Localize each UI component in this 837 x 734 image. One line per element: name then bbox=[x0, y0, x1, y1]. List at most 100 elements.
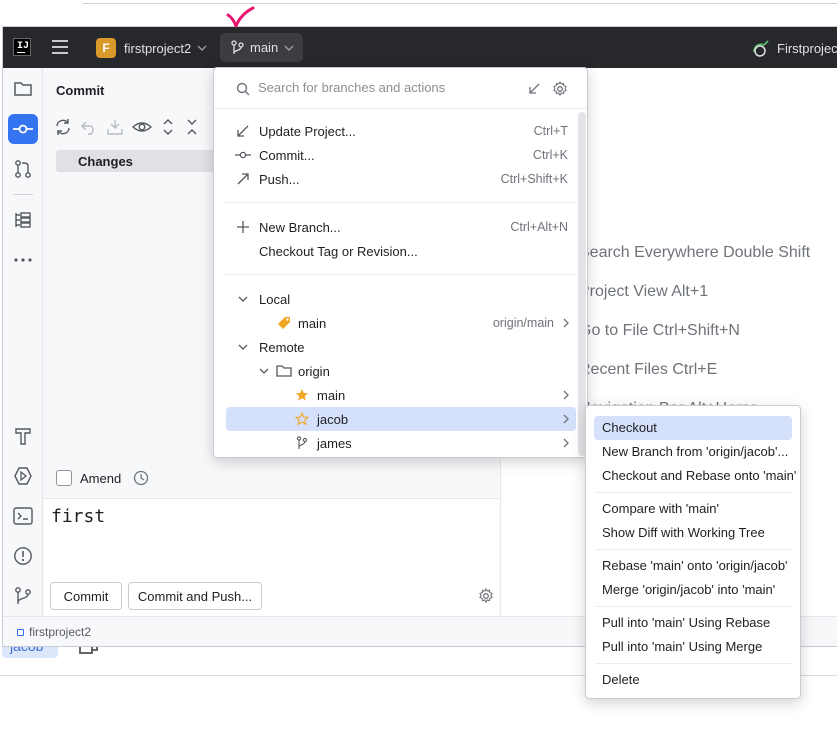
editor-hint: Project View Alt+1 bbox=[579, 283, 709, 300]
commit-action[interactable]: Commit... Ctrl+K bbox=[226, 143, 576, 167]
menu-item-compare[interactable]: Compare with 'main' bbox=[594, 497, 792, 521]
push-action[interactable]: Push... Ctrl+Shift+K bbox=[226, 167, 576, 191]
project-badge: F bbox=[96, 38, 116, 58]
commit-button[interactable]: Commit bbox=[50, 582, 122, 610]
title-bar: IJ F firstproject2 main Firstproject bbox=[3, 27, 837, 68]
chevron-right-icon bbox=[563, 438, 569, 448]
git-tool-button[interactable] bbox=[8, 581, 38, 611]
pull-request-icon bbox=[15, 160, 31, 178]
menu-item-merge[interactable]: Merge 'origin/jacob' into 'main' bbox=[594, 578, 792, 602]
branch-label: james bbox=[317, 435, 352, 451]
commit-message-text[interactable]: first bbox=[51, 506, 105, 527]
menu-item-checkout-and-rebase[interactable]: Checkout and Rebase onto 'main' bbox=[594, 464, 796, 488]
new-branch-action[interactable]: New Branch... Ctrl+Alt+N bbox=[226, 215, 576, 239]
menu-item-rebase[interactable]: Rebase 'main' onto 'origin/jacob' bbox=[594, 554, 792, 578]
changes-node[interactable]: Changes bbox=[56, 150, 216, 172]
popup-scrollbar[interactable] bbox=[578, 112, 586, 456]
action-label: Commit... bbox=[259, 147, 315, 163]
group-label: Local bbox=[259, 291, 291, 307]
commit-icon bbox=[13, 124, 33, 134]
commit-panel-title: Commit bbox=[56, 83, 105, 98]
update-arrow-icon bbox=[237, 125, 249, 137]
branch-search-input[interactable] bbox=[258, 80, 518, 95]
menu-item-pull-rebase[interactable]: Pull into 'main' Using Rebase bbox=[594, 611, 792, 635]
clock-icon[interactable] bbox=[133, 470, 149, 486]
app-logo[interactable]: IJ bbox=[13, 38, 31, 56]
folder-icon bbox=[14, 82, 32, 96]
menu-item-pull-merge[interactable]: Pull into 'main' Using Merge bbox=[594, 635, 792, 659]
tag-icon bbox=[278, 317, 290, 329]
project-tool-button[interactable] bbox=[8, 74, 38, 104]
main-menu-icon[interactable] bbox=[51, 39, 69, 55]
collapse-all-icon[interactable] bbox=[184, 118, 200, 136]
commit-toolbar bbox=[54, 118, 200, 136]
remote-branch-james[interactable]: james bbox=[226, 431, 576, 455]
menu-item-checkout[interactable]: Checkout bbox=[594, 416, 792, 440]
shelve-icon[interactable] bbox=[106, 118, 124, 136]
branch-label: jacob bbox=[317, 411, 349, 427]
project-square-icon bbox=[17, 628, 24, 636]
amend-label[interactable]: Amend bbox=[80, 471, 121, 486]
more-tools-button[interactable] bbox=[8, 245, 38, 275]
amend-checkbox[interactable] bbox=[56, 470, 72, 486]
hammer-icon bbox=[15, 428, 31, 445]
problems-tool-button[interactable] bbox=[8, 541, 38, 571]
editor-hint: Recent Files Ctrl+E bbox=[579, 361, 718, 378]
remote-branches-group[interactable]: Remote bbox=[226, 335, 576, 359]
background-window-edge bbox=[83, 0, 837, 4]
commit-and-push-button[interactable]: Commit and Push... bbox=[128, 582, 262, 610]
checkout-tag-action[interactable]: Checkout Tag or Revision... bbox=[226, 239, 576, 263]
local-branches-group[interactable]: Local bbox=[226, 287, 576, 311]
rollback-icon[interactable] bbox=[80, 118, 98, 136]
collapse-icon[interactable] bbox=[527, 82, 541, 96]
remote-origin-group[interactable]: origin bbox=[226, 359, 576, 383]
services-icon bbox=[14, 467, 32, 485]
action-label: New Branch... bbox=[259, 219, 341, 235]
more-icon bbox=[14, 258, 32, 262]
local-branch-main[interactable]: main origin/main bbox=[226, 311, 576, 335]
editor-hint: Go to File Ctrl+Shift+N bbox=[579, 322, 740, 339]
services-tool-button[interactable] bbox=[8, 461, 38, 491]
chevron-down-icon bbox=[238, 344, 248, 350]
action-label: Checkout Tag or Revision... bbox=[259, 243, 418, 259]
build-tool-button[interactable] bbox=[8, 421, 38, 451]
structure-tool-button[interactable] bbox=[8, 205, 38, 235]
run-configuration-widget[interactable]: Firstproject bbox=[751, 38, 837, 58]
chevron-down-icon bbox=[197, 45, 207, 51]
run-config-icon bbox=[753, 40, 769, 57]
remote-branch-main[interactable]: main bbox=[226, 383, 576, 407]
chevron-right-icon bbox=[563, 414, 569, 424]
action-label: Push... bbox=[259, 171, 300, 187]
pull-requests-tool-button[interactable] bbox=[8, 154, 38, 184]
terminal-tool-button[interactable] bbox=[8, 501, 38, 531]
branch-name: main bbox=[250, 40, 279, 55]
gear-icon[interactable] bbox=[478, 588, 494, 604]
terminal-icon bbox=[13, 507, 33, 525]
push-arrow-icon bbox=[237, 173, 249, 185]
commit-tool-button[interactable] bbox=[8, 114, 38, 144]
group-label: Remote bbox=[259, 339, 305, 355]
branch-label: main bbox=[298, 315, 327, 331]
status-project[interactable]: firstproject2 bbox=[17, 625, 91, 639]
menu-item-delete[interactable]: Delete bbox=[594, 668, 792, 692]
remote-branch-jacob[interactable]: jacob bbox=[226, 407, 576, 431]
tool-window-strip bbox=[3, 68, 43, 646]
refresh-icon[interactable] bbox=[54, 118, 72, 136]
commit-icon bbox=[235, 151, 251, 159]
gear-icon[interactable] bbox=[552, 81, 568, 97]
menu-item-show-diff[interactable]: Show Diff with Working Tree bbox=[594, 521, 792, 545]
update-project-action[interactable]: Update Project... Ctrl+T bbox=[226, 119, 576, 143]
chevron-down-icon bbox=[238, 296, 248, 302]
chevron-down-icon bbox=[284, 45, 294, 51]
branch-search-row bbox=[214, 68, 587, 109]
expand-all-icon[interactable] bbox=[160, 118, 176, 136]
project-widget[interactable]: F firstproject2 bbox=[91, 34, 213, 62]
branch-label: main bbox=[317, 387, 346, 403]
amend-row: Amend bbox=[56, 470, 149, 486]
chevron-down-icon bbox=[259, 368, 269, 374]
menu-item-new-branch-from[interactable]: New Branch from 'origin/jacob'... bbox=[594, 440, 792, 464]
branch-icon bbox=[296, 436, 308, 449]
structure-icon bbox=[15, 212, 31, 228]
eye-icon[interactable] bbox=[132, 118, 152, 136]
vcs-branch-widget[interactable]: main bbox=[220, 33, 303, 62]
